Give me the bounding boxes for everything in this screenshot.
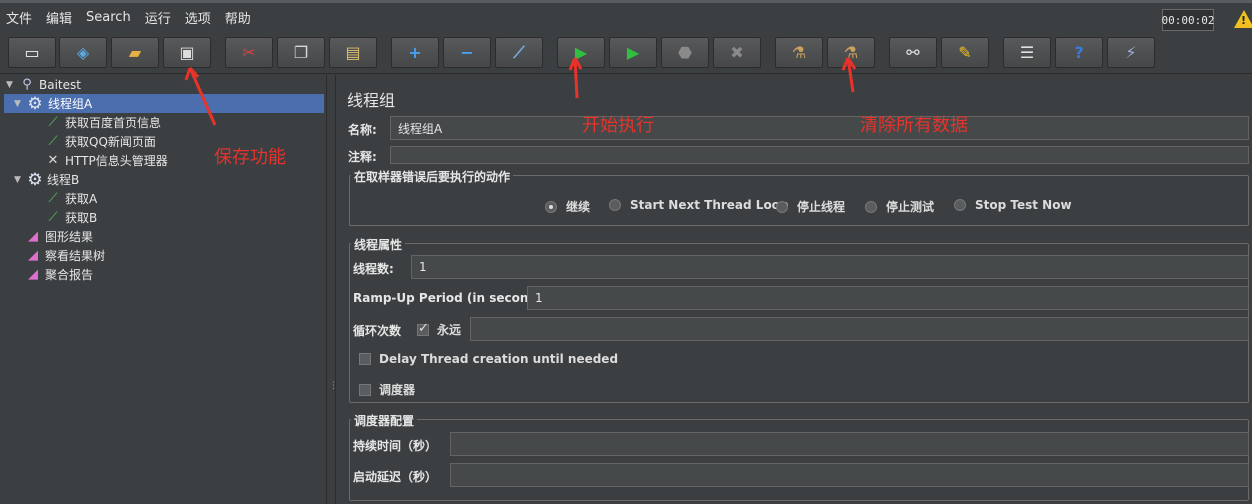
arrow-clear-all (841, 57, 857, 93)
arrow-save (184, 67, 217, 126)
arrow-start (568, 57, 583, 99)
annotation-arrows (184, 57, 857, 126)
